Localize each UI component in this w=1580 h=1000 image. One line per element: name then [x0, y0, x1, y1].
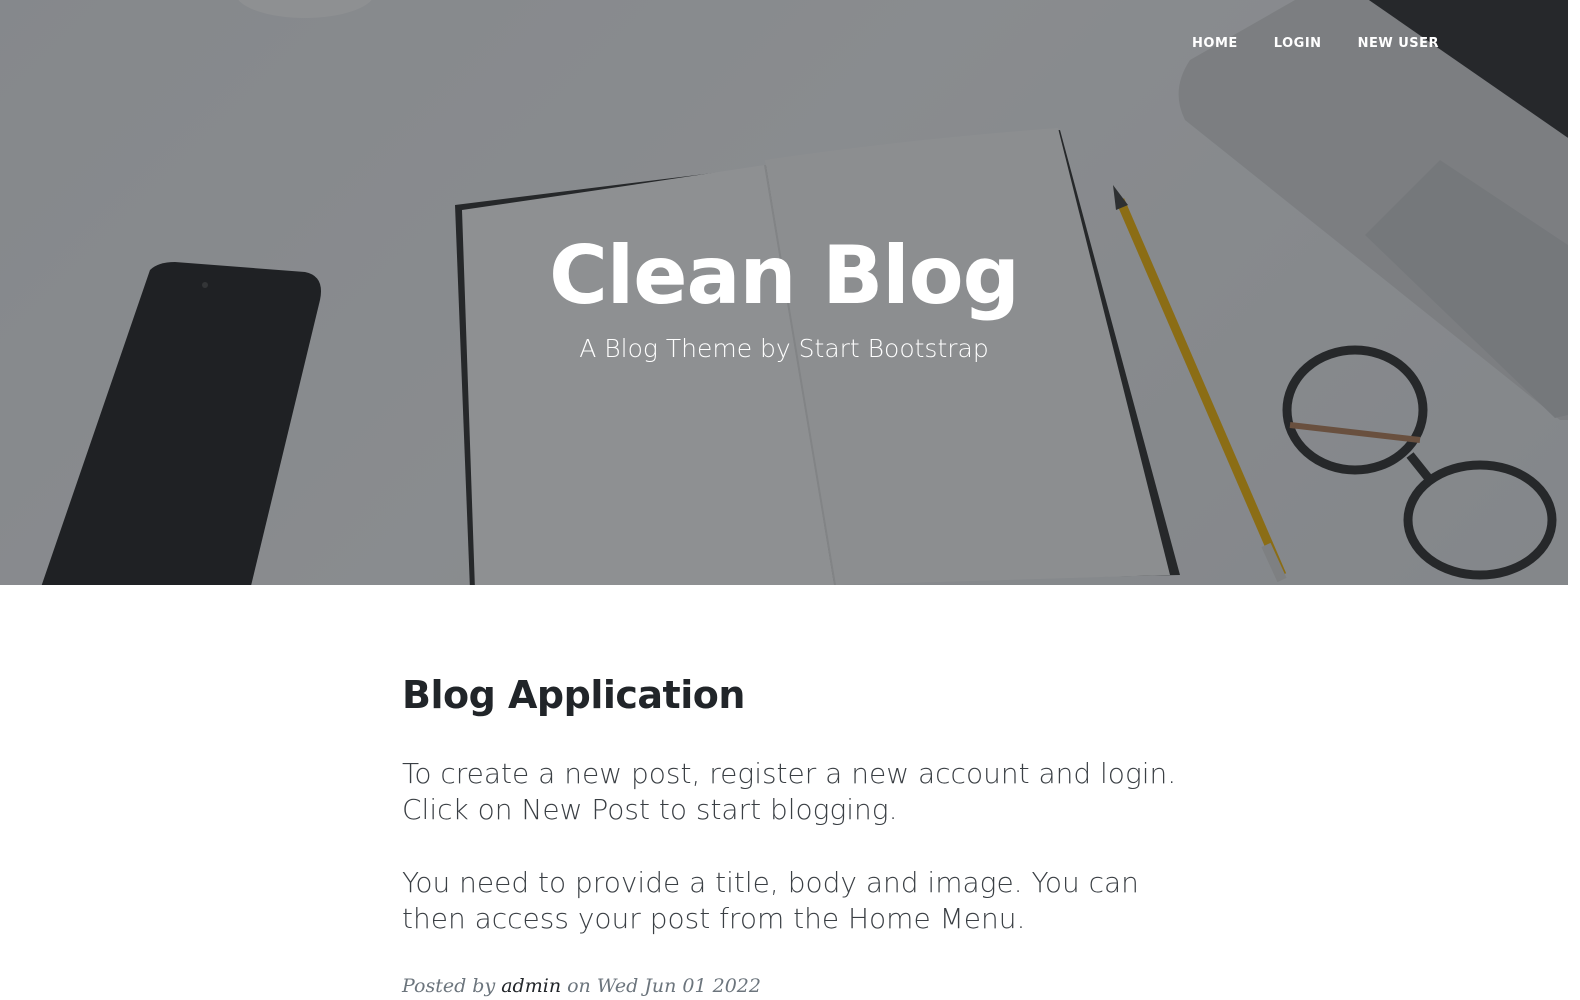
post-meta-on: on [567, 975, 591, 997]
post-meta-prefix: Posted by [402, 975, 496, 997]
main-nav: HOME LOGIN NEW USER [1192, 36, 1439, 51]
post-author-link[interactable]: admin [501, 975, 561, 997]
site-title: Clean Blog [549, 229, 1020, 322]
nav-login-link[interactable]: LOGIN [1274, 36, 1322, 51]
post-paragraph-1: To create a new post, register a new acc… [402, 757, 1177, 826]
post-preview: Blog Application To create a new post, r… [402, 672, 1182, 997]
masthead-hero: HOME LOGIN NEW USER Clean Blog A Blog Th… [0, 0, 1568, 585]
nav-home-link[interactable]: HOME [1192, 36, 1238, 51]
post-paragraph-2: You need to provide a title, body and im… [402, 866, 1139, 935]
post-date: Wed Jun 01 2022 [596, 975, 761, 997]
post-meta: Posted by admin on Wed Jun 01 2022 [402, 975, 1182, 997]
site-subheading: A Blog Theme by Start Bootstrap [579, 334, 989, 363]
nav-new-user-link[interactable]: NEW USER [1358, 36, 1439, 51]
site-heading: Clean Blog A Blog Theme by Start Bootstr… [0, 226, 1568, 366]
post-title[interactable]: Blog Application [402, 672, 1182, 718]
